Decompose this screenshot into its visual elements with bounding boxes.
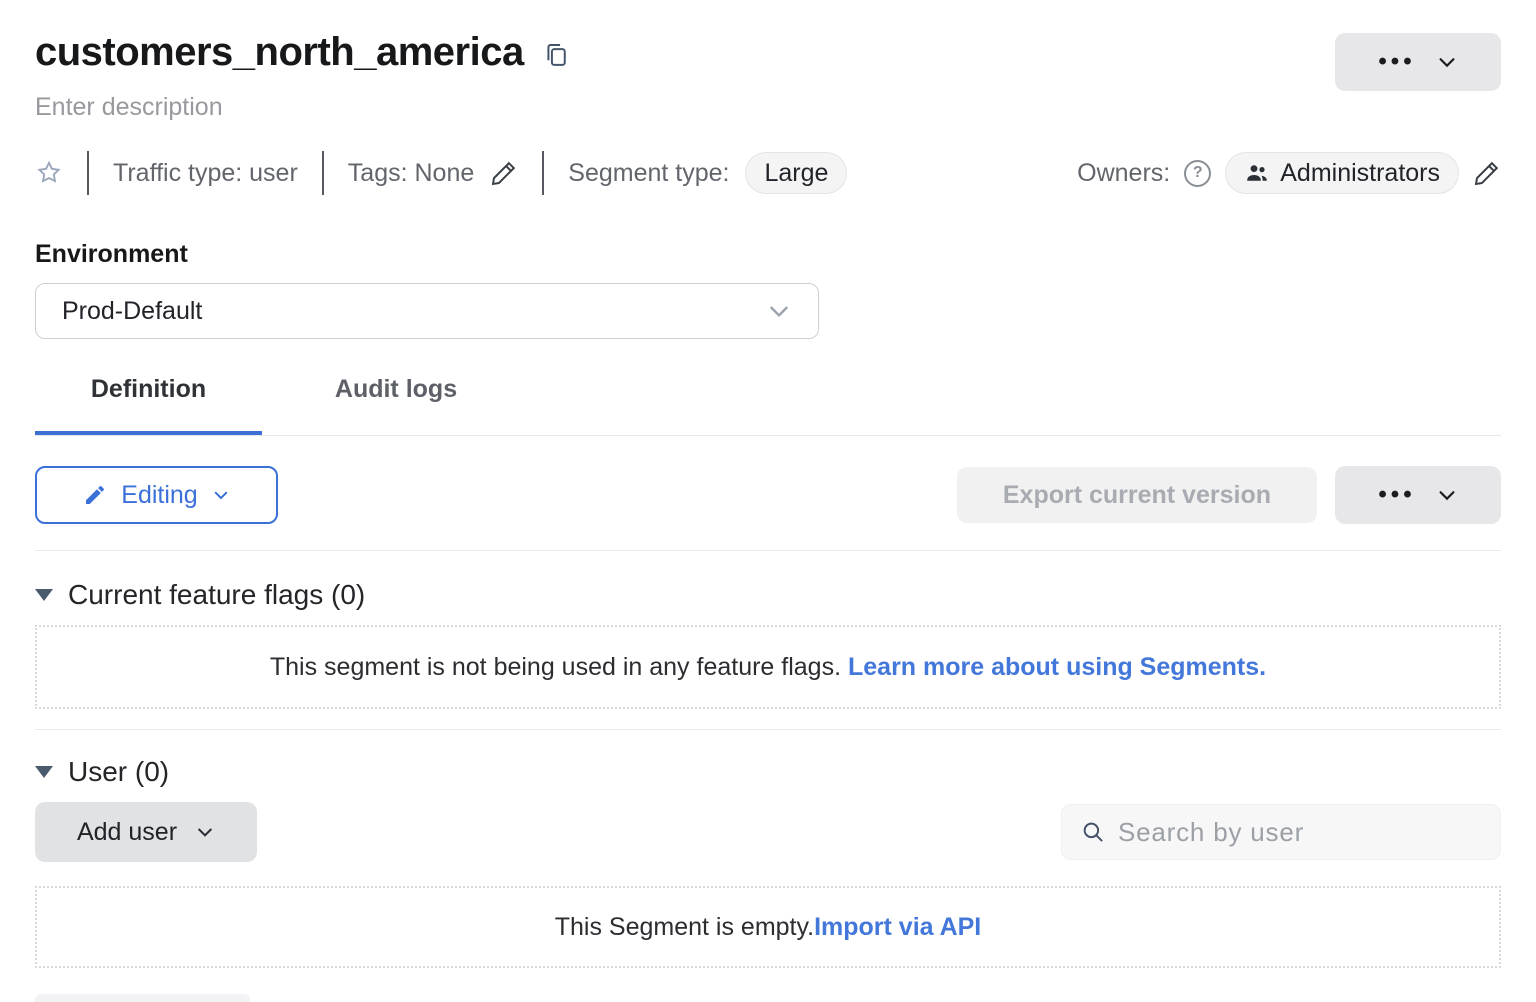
meta-row: Traffic type: user Tags: None Segment ty…: [35, 150, 1501, 196]
pencil-icon: [83, 483, 107, 507]
chevron-down-icon: [1436, 51, 1458, 73]
owners-value: Administrators: [1280, 159, 1440, 188]
partially-visible-element: [35, 994, 250, 1002]
user-section-header[interactable]: User (0): [35, 756, 1501, 788]
chevron-down-icon: [1436, 484, 1458, 506]
tab-audit-logs[interactable]: Audit logs: [262, 375, 530, 435]
feature-flags-empty-state: This segment is not being used in any fe…: [35, 625, 1501, 709]
tab-definition[interactable]: Definition: [35, 375, 262, 435]
help-icon[interactable]: ?: [1184, 160, 1211, 187]
divider: [35, 550, 1501, 551]
definition-more-actions-button[interactable]: •••: [1335, 466, 1501, 524]
edit-tags-pencil-icon[interactable]: [490, 159, 518, 187]
chevron-down-icon: [195, 822, 215, 842]
environment-selected-value: Prod-Default: [62, 297, 766, 326]
user-controls-row: Add user: [35, 802, 1501, 862]
segment-detail-page: customers_north_america ••• Enter descri…: [0, 0, 1536, 1002]
ellipsis-icon: •••: [1378, 483, 1415, 507]
divider: [542, 151, 544, 195]
people-icon: [1244, 161, 1270, 185]
editing-mode-button[interactable]: Editing: [35, 466, 278, 524]
user-heading: User (0): [68, 756, 169, 788]
collapse-triangle-icon: [35, 766, 53, 778]
owners-group: Owners: ? Administrators: [1077, 152, 1501, 194]
divider: [35, 729, 1501, 730]
environment-label: Environment: [35, 240, 1501, 269]
tags-item: Tags: None: [348, 159, 518, 188]
import-via-api-link[interactable]: Import via API: [814, 913, 981, 941]
collapse-triangle-icon: [35, 589, 53, 601]
divider: [322, 151, 324, 195]
segment-type-item: Segment type: Large: [568, 152, 847, 194]
ellipsis-icon: •••: [1378, 50, 1415, 74]
feature-flags-empty-text: This segment is not being used in any fe…: [270, 653, 848, 681]
header-more-actions-button[interactable]: •••: [1335, 33, 1501, 91]
user-empty-text: This Segment is empty.: [555, 913, 814, 941]
chevron-down-icon: [212, 486, 230, 504]
search-input[interactable]: [1118, 817, 1482, 848]
copy-icon[interactable]: [542, 40, 570, 70]
title-row: customers_north_america: [35, 0, 1501, 75]
add-user-label: Add user: [77, 818, 177, 847]
owners-label: Owners:: [1077, 159, 1170, 188]
page-title: customers_north_america: [35, 30, 524, 75]
tags-label: Tags: None: [348, 159, 474, 188]
user-search-box[interactable]: [1061, 804, 1501, 860]
add-user-button[interactable]: Add user: [35, 802, 257, 862]
description-field[interactable]: Enter description: [35, 93, 1501, 122]
segment-type-label: Segment type:: [568, 159, 729, 188]
segment-type-badge: Large: [745, 152, 847, 194]
feature-flags-section-header[interactable]: Current feature flags (0): [35, 579, 1501, 611]
edit-owners-pencil-icon[interactable]: [1473, 159, 1501, 187]
user-empty-state: This Segment is empty.Import via API: [35, 886, 1501, 968]
editing-label: Editing: [121, 481, 197, 510]
environment-select[interactable]: Prod-Default: [35, 283, 819, 339]
traffic-type-label: Traffic type: user: [113, 159, 298, 188]
chevron-down-icon: [766, 298, 792, 324]
learn-more-link[interactable]: Learn more about using Segments.: [848, 653, 1266, 681]
toolbar-right-group: Export current version •••: [957, 466, 1501, 524]
search-icon: [1080, 819, 1106, 845]
star-favorite-icon[interactable]: [35, 159, 63, 187]
divider: [87, 151, 89, 195]
feature-flags-heading: Current feature flags (0): [68, 579, 365, 611]
definition-toolbar: Editing Export current version •••: [35, 466, 1501, 524]
export-current-version-button[interactable]: Export current version: [957, 467, 1317, 523]
owners-badge[interactable]: Administrators: [1225, 152, 1459, 194]
tab-bar: Definition Audit logs: [35, 375, 1501, 436]
